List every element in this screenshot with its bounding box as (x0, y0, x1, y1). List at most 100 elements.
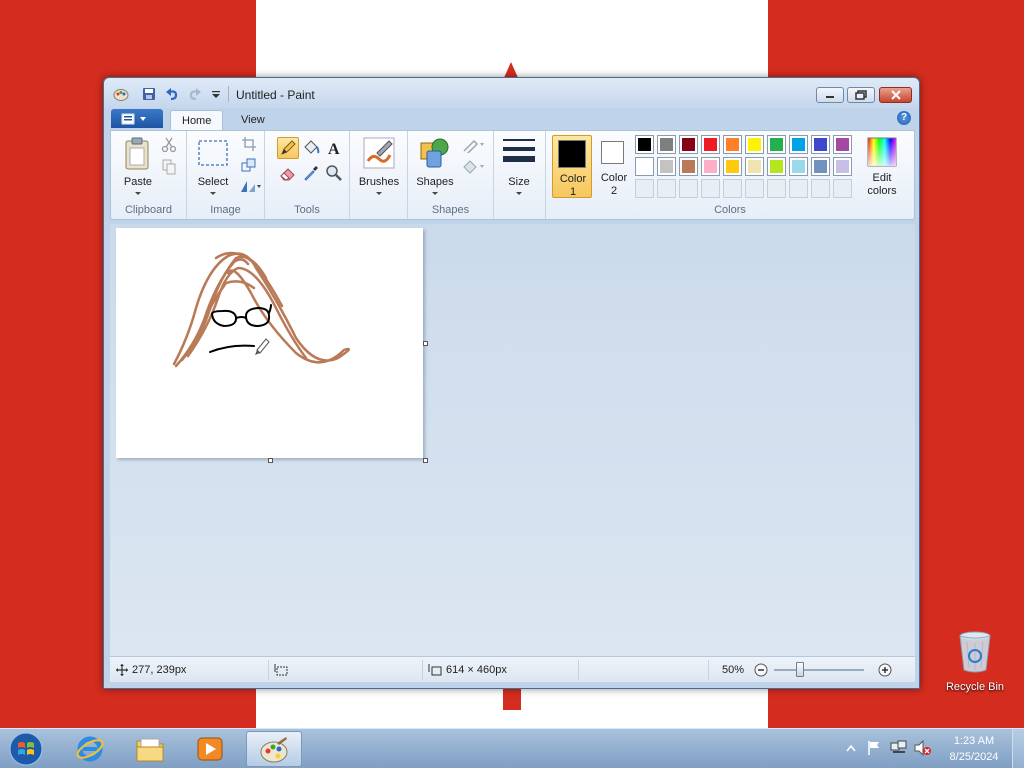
eraser-tool[interactable] (277, 162, 299, 184)
taskbar-media-player[interactable] (182, 731, 238, 767)
color-swatch[interactable] (701, 157, 720, 176)
help-icon[interactable]: ? (897, 111, 911, 125)
show-desktop-button[interactable] (1012, 729, 1024, 768)
network-icon[interactable] (890, 740, 908, 756)
undo-icon[interactable] (165, 87, 179, 101)
paint-taskbar-icon (260, 737, 288, 763)
image-group-label: Image (210, 204, 241, 216)
custom-color-slot[interactable] (833, 179, 852, 198)
color-swatch[interactable] (723, 135, 742, 154)
tab-home[interactable]: Home (170, 110, 224, 130)
color-swatch[interactable] (679, 135, 698, 154)
select-dropdown-icon (210, 192, 216, 195)
taskbar-file-explorer[interactable] (122, 731, 178, 767)
color-swatch[interactable] (789, 135, 808, 154)
drawing-canvas[interactable] (116, 228, 423, 458)
custom-color-slot[interactable] (789, 179, 808, 198)
color-swatch[interactable] (657, 135, 676, 154)
color-swatch[interactable] (745, 157, 764, 176)
text-tool[interactable]: A (323, 137, 345, 159)
minimize-icon (826, 96, 834, 98)
color-swatch[interactable] (811, 157, 830, 176)
shapes-button[interactable]: Shapes (412, 135, 458, 195)
crop-icon[interactable] (241, 137, 257, 151)
custom-color-slot[interactable] (723, 179, 742, 198)
zoom-out-icon[interactable] (754, 663, 768, 677)
close-button[interactable] (879, 87, 912, 103)
selection-size-icon (274, 664, 288, 676)
recycle-bin-shortcut[interactable]: Recycle Bin (942, 630, 1008, 693)
paint-app-icon[interactable] (113, 86, 129, 102)
color-swatch[interactable] (657, 157, 676, 176)
canvas-workspace[interactable] (110, 224, 915, 656)
start-button[interactable] (6, 731, 46, 767)
zoom-in-icon[interactable] (878, 663, 892, 677)
paste-button[interactable]: Paste (117, 135, 159, 195)
select-button[interactable]: Select (193, 135, 233, 195)
color-swatch[interactable] (635, 135, 654, 154)
custom-color-slot[interactable] (657, 179, 676, 198)
action-center-flag-icon[interactable] (866, 740, 882, 756)
color-swatch[interactable] (745, 135, 764, 154)
fill-icon[interactable] (462, 159, 486, 175)
color-swatch[interactable] (833, 135, 852, 154)
window-title: Untitled - Paint (236, 88, 315, 102)
color-swatch-fill (726, 138, 739, 151)
color-swatch[interactable] (811, 135, 830, 154)
zoom-slider-track[interactable] (774, 669, 864, 671)
color-swatch-fill (836, 160, 849, 173)
paint-menu-button[interactable] (111, 109, 163, 128)
color1-button[interactable]: Color 1 (552, 135, 592, 198)
color-swatch[interactable] (723, 157, 742, 176)
edit-colors-button[interactable]: Edit colors (859, 135, 905, 197)
color-swatch[interactable] (679, 157, 698, 176)
edit-colors-icon (867, 137, 897, 167)
color-swatch[interactable] (767, 157, 786, 176)
color-swatch[interactable] (767, 135, 786, 154)
status-separator (422, 660, 423, 680)
minimize-button[interactable] (816, 87, 844, 103)
taskbar-internet-explorer[interactable] (62, 731, 118, 767)
customize-quick-access-chevron-icon[interactable] (209, 87, 223, 101)
restore-button[interactable] (847, 87, 875, 103)
custom-color-slot[interactable] (679, 179, 698, 198)
color2-button[interactable]: Color 2 (597, 135, 631, 198)
pencil-tool[interactable] (277, 137, 299, 159)
color1-number: 1 (569, 186, 577, 198)
fill-tool[interactable] (300, 137, 322, 159)
volume-muted-icon[interactable] (914, 740, 932, 756)
custom-color-slot[interactable] (767, 179, 786, 198)
resize-icon[interactable] (241, 158, 257, 172)
custom-color-slot[interactable] (701, 179, 720, 198)
color-swatch[interactable] (635, 157, 654, 176)
custom-color-slot[interactable] (635, 179, 654, 198)
color-picker-tool[interactable] (300, 162, 322, 184)
color2-swatch (601, 141, 624, 164)
tools-group-label: Tools (294, 204, 320, 216)
brushes-button[interactable]: Brushes (356, 135, 402, 195)
clock-time[interactable]: 1:23 AM (948, 735, 1000, 747)
taskbar-paint[interactable] (246, 731, 302, 767)
title-separator (228, 86, 229, 102)
cut-icon[interactable] (161, 137, 177, 153)
size-button[interactable]: Size (498, 135, 540, 195)
canvas-resize-handle-right[interactable] (423, 341, 428, 346)
redo-icon[interactable] (188, 87, 202, 101)
title-bar[interactable]: Untitled - Paint (104, 78, 919, 108)
rotate-icon[interactable] (239, 179, 261, 193)
canvas-resize-handle-corner[interactable] (423, 458, 428, 463)
tab-view[interactable]: View (230, 110, 276, 130)
canvas-resize-handle-bottom[interactable] (268, 458, 273, 463)
magnifier-tool[interactable] (323, 162, 345, 184)
color-swatch[interactable] (789, 157, 808, 176)
custom-color-slot[interactable] (745, 179, 764, 198)
zoom-slider-thumb[interactable] (796, 662, 804, 677)
clock-date[interactable]: 8/25/2024 (944, 751, 1004, 763)
outline-icon[interactable] (462, 137, 486, 153)
save-icon[interactable] (142, 87, 156, 101)
color-swatch[interactable] (701, 135, 720, 154)
copy-icon[interactable] (161, 159, 177, 175)
custom-color-slot[interactable] (811, 179, 830, 198)
show-hidden-icons-icon[interactable] (846, 744, 856, 752)
color-swatch[interactable] (833, 157, 852, 176)
